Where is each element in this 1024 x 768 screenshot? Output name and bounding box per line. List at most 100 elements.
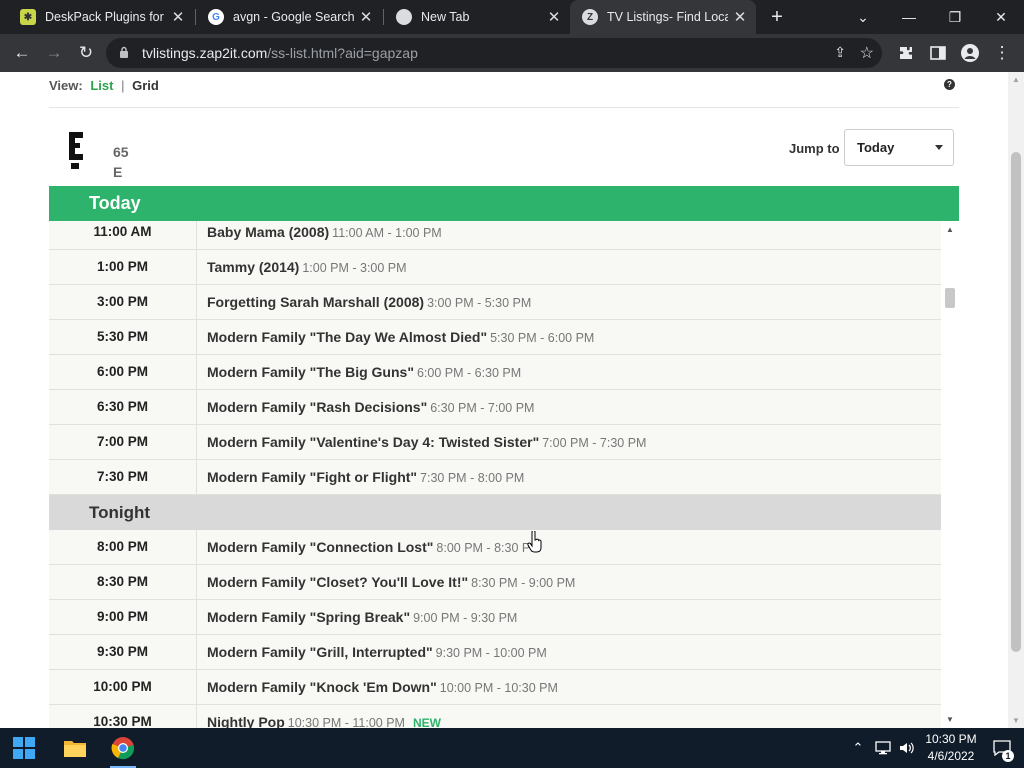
address-bar[interactable]: tvlistings.zap2it.com/ss-list.html?aid=g… xyxy=(106,38,882,68)
program-time-range: 9:00 PM - 9:30 PM xyxy=(413,611,518,625)
program-title-link[interactable]: Modern Family "Connection Lost" xyxy=(207,539,433,555)
program-title-link[interactable]: Modern Family "Fight or Flight" xyxy=(207,469,417,485)
view-grid-link[interactable]: Grid xyxy=(132,78,159,93)
tab-deskpack[interactable]: ✱ DeskPack Plugins for Ad ✕ xyxy=(8,0,194,34)
notification-center-icon[interactable]: 1 xyxy=(988,728,1016,768)
scroll-down-icon[interactable]: ▼ xyxy=(1008,716,1024,725)
program-title-link[interactable]: Modern Family "Grill, Interrupted" xyxy=(207,644,433,660)
program-title-link[interactable]: Modern Family "Rash Decisions" xyxy=(207,399,427,415)
forward-arrow-icon[interactable]: → xyxy=(40,40,68,66)
lock-icon[interactable] xyxy=(106,46,142,61)
file-explorer-icon[interactable] xyxy=(53,728,97,768)
listing-program[interactable]: Modern Family "Connection Lost" 8:00 PM -… xyxy=(207,530,541,564)
close-icon[interactable]: ✕ xyxy=(542,8,566,26)
listing-row[interactable]: 10:00 PM Modern Family "Knock 'Em Down" 10… xyxy=(49,670,941,705)
listing-row[interactable]: 9:00 PM Modern Family "Spring Break" 9:00 … xyxy=(49,600,941,635)
listing-row[interactable]: 1:00 PM Tammy (2014) 1:00 PM - 3:00 PM xyxy=(49,250,941,285)
bookmark-star-icon[interactable]: ☆ xyxy=(860,43,874,63)
listing-program[interactable]: Nightly Pop 10:30 PM - 11:00 PM NEW xyxy=(207,705,441,728)
back-arrow-icon[interactable]: ← xyxy=(8,40,36,66)
program-title-link[interactable]: Modern Family "Valentine's Day 4: Twiste… xyxy=(207,434,539,450)
help-icon[interactable]: ? xyxy=(944,79,955,90)
close-window-button[interactable]: ✕ xyxy=(978,0,1024,34)
listing-row[interactable]: 3:00 PM Forgetting Sarah Marshall (2008) 3… xyxy=(49,285,941,320)
menu-kebab-icon[interactable]: ⋮ xyxy=(988,40,1016,66)
listing-program[interactable]: Modern Family "The Day We Almost Died" 5:… xyxy=(207,320,594,354)
taskbar-clock[interactable]: 10:30 PM 4/6/2022 xyxy=(920,731,982,765)
view-separator: | xyxy=(121,78,125,93)
tab-search-button[interactable]: ⌄ xyxy=(840,0,886,34)
listing-program[interactable]: Modern Family "Closet? You'll Love It!" 8… xyxy=(207,565,575,599)
program-title-link[interactable]: Modern Family "Spring Break" xyxy=(207,609,410,625)
program-title-link[interactable]: Modern Family "The Big Guns" xyxy=(207,364,414,380)
listing-row[interactable]: 7:30 PM Modern Family "Fight or Flight" 7:… xyxy=(49,460,941,495)
view-list-link[interactable]: List xyxy=(90,78,113,93)
windows-start-icon[interactable] xyxy=(2,728,46,768)
tab-google-search[interactable]: G avgn - Google Search ✕ xyxy=(196,0,382,34)
extensions-icon[interactable] xyxy=(892,40,920,66)
program-time-range: 1:00 PM - 3:00 PM xyxy=(302,261,407,275)
volume-icon[interactable] xyxy=(896,728,918,768)
listing-row[interactable]: 8:00 PM Modern Family "Connection Lost" 8:… xyxy=(49,530,941,565)
scroll-down-icon[interactable]: ▼ xyxy=(941,715,959,724)
listing-program[interactable]: Modern Family "The Big Guns" 6:00 PM - 6:… xyxy=(207,355,521,389)
minimize-button[interactable]: — xyxy=(886,0,932,34)
reload-icon[interactable]: ↻ xyxy=(72,40,100,66)
chevron-up-icon[interactable]: ⌃ xyxy=(848,728,868,768)
url-path: /ss-list.html?aid=gapzap xyxy=(267,45,418,61)
caret-down-icon xyxy=(935,145,943,150)
listing-row[interactable]: 11:00 AM Baby Mama (2008) 11:00 AM - 1:00 … xyxy=(49,221,941,250)
listing-row[interactable]: 7:00 PM Modern Family "Valentine's Day 4:… xyxy=(49,425,941,460)
scroll-up-icon[interactable]: ▲ xyxy=(1008,75,1024,84)
listing-program[interactable]: Modern Family "Knock 'Em Down" 10:00 PM -… xyxy=(207,670,558,704)
listing-scroll-thumb[interactable] xyxy=(945,288,955,308)
channel-callsign: E xyxy=(113,164,123,180)
listing-row[interactable]: 10:30 PM Nightly Pop 10:30 PM - 11:00 PM NE… xyxy=(49,705,941,728)
url-host: tvlistings.zap2it.com xyxy=(142,45,268,61)
jump-to-select[interactable]: Today xyxy=(844,129,954,166)
share-icon[interactable]: ⇪ xyxy=(834,44,846,61)
listing-scrollbar[interactable]: ▲ ▼ xyxy=(941,221,959,728)
program-title-link[interactable]: Tammy (2014) xyxy=(207,259,299,275)
program-time-range: 7:30 PM - 8:00 PM xyxy=(420,471,525,485)
listing-row[interactable]: 5:30 PM Modern Family "The Day We Almost … xyxy=(49,320,941,355)
page-scrollbar[interactable]: ▲ ▼ xyxy=(1008,72,1024,728)
program-title-link[interactable]: Modern Family "Knock 'Em Down" xyxy=(207,679,437,695)
tab-tv-listings[interactable]: Z TV Listings- Find Local ✕ xyxy=(570,0,756,34)
program-title-link[interactable]: Modern Family "Closet? You'll Love It!" xyxy=(207,574,468,590)
listing-row[interactable]: 9:30 PM Modern Family "Grill, Interrupted… xyxy=(49,635,941,670)
listing-program[interactable]: Modern Family "Fight or Flight" 7:30 PM -… xyxy=(207,460,524,494)
program-title-link[interactable]: Baby Mama (2008) xyxy=(207,224,329,240)
close-icon[interactable]: ✕ xyxy=(354,8,378,26)
restore-button[interactable]: ❐ xyxy=(932,0,978,34)
listing-program[interactable]: Forgetting Sarah Marshall (2008) 3:00 PM … xyxy=(207,285,531,319)
listing-program[interactable]: Baby Mama (2008) 11:00 AM - 1:00 PM xyxy=(207,221,442,249)
tab-title: New Tab xyxy=(421,10,470,24)
close-icon[interactable]: ✕ xyxy=(166,8,190,26)
listing-program[interactable]: Modern Family "Grill, Interrupted" 9:30 P… xyxy=(207,635,547,669)
program-title-link[interactable]: Nightly Pop xyxy=(207,714,285,728)
windows-taskbar: ⌃ 10:30 PM 4/6/2022 1 xyxy=(0,728,1024,768)
network-icon[interactable] xyxy=(872,728,894,768)
listing-program[interactable]: Tammy (2014) 1:00 PM - 3:00 PM xyxy=(207,250,407,284)
program-time-range: 5:30 PM - 6:00 PM xyxy=(490,331,595,345)
close-icon[interactable]: ✕ xyxy=(728,8,752,26)
listing-program[interactable]: Modern Family "Valentine's Day 4: Twiste… xyxy=(207,425,646,459)
listing-program[interactable]: Modern Family "Rash Decisions" 6:30 PM - … xyxy=(207,390,534,424)
tab-title: DeskPack Plugins for Ad xyxy=(45,10,166,24)
listing-program[interactable]: Modern Family "Spring Break" 9:00 PM - 9:… xyxy=(207,600,517,634)
program-title-link[interactable]: Forgetting Sarah Marshall (2008) xyxy=(207,294,424,310)
new-tab-button[interactable]: + xyxy=(764,4,790,30)
page-scroll-thumb[interactable] xyxy=(1011,152,1021,652)
listing-row[interactable]: 6:00 PM Modern Family "The Big Guns" 6:00 … xyxy=(49,355,941,390)
listing-time: 10:00 PM xyxy=(49,670,197,704)
scroll-up-icon[interactable]: ▲ xyxy=(941,225,959,234)
day-header-label: Today xyxy=(89,193,141,213)
tab-new-tab[interactable]: New Tab ✕ xyxy=(384,0,570,34)
listing-row[interactable]: 8:30 PM Modern Family "Closet? You'll Lov… xyxy=(49,565,941,600)
listing-row[interactable]: 6:30 PM Modern Family "Rash Decisions" 6:3… xyxy=(49,390,941,425)
profile-avatar-icon[interactable] xyxy=(956,40,984,66)
side-panel-icon[interactable] xyxy=(924,40,952,66)
program-title-link[interactable]: Modern Family "The Day We Almost Died" xyxy=(207,329,487,345)
chrome-taskbar-icon[interactable] xyxy=(101,728,145,768)
